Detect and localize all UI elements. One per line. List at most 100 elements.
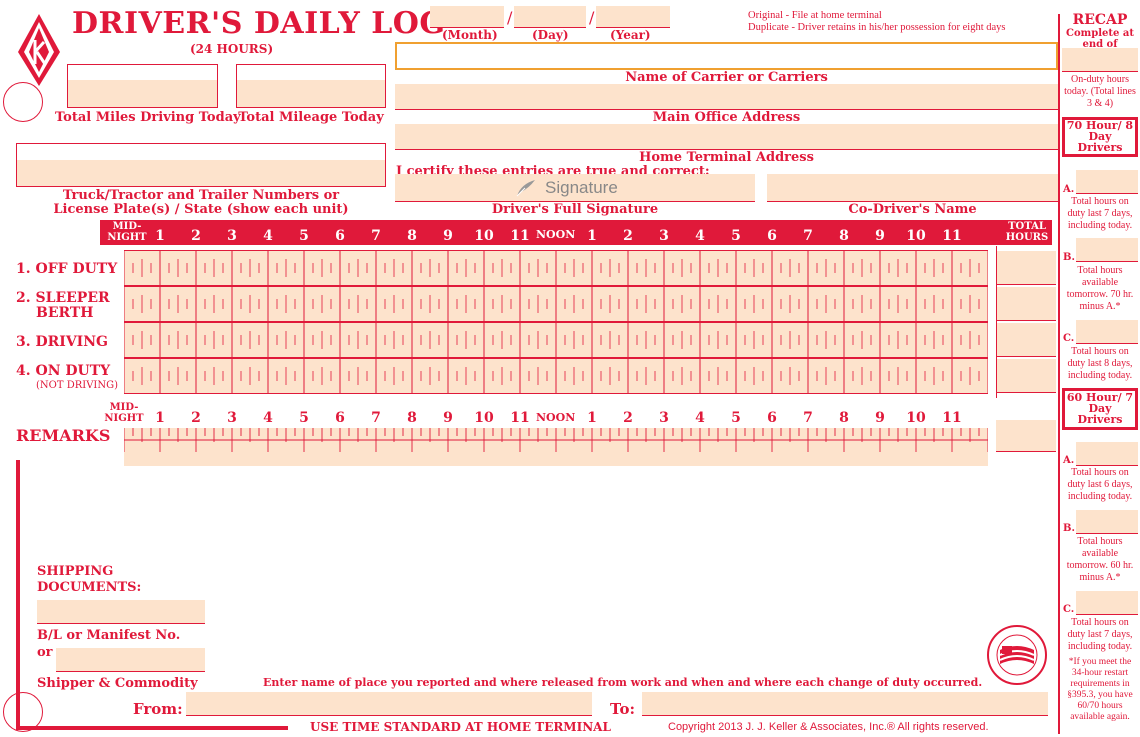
bottom-hour-am-1: 1 xyxy=(155,410,165,426)
top-hour-pm-9: 9 xyxy=(875,228,885,244)
row-num-3: 3. xyxy=(16,334,31,350)
bottom-hour-am-6: 6 xyxy=(335,410,345,426)
bottom-hour-am-7: 7 xyxy=(371,410,381,426)
bl-manifest-field[interactable] xyxy=(56,648,205,672)
row-text-4: ON DUTY xyxy=(35,363,111,379)
shipping-label-1: SHIPPING xyxy=(37,564,114,579)
or-label: or xyxy=(37,645,53,660)
driver-signature-field[interactable]: Signature xyxy=(395,174,755,202)
day-field[interactable] xyxy=(514,6,586,28)
total-miles-driving-field[interactable] xyxy=(68,80,217,107)
month-field[interactable] xyxy=(430,6,504,28)
top-hour-pm-8: 8 xyxy=(839,228,849,244)
recap-60-a-letter: A. xyxy=(1063,455,1075,466)
signature-placeholder: Signature xyxy=(545,178,618,197)
bottom-hour-am-9: 9 xyxy=(443,410,453,426)
bottom-hour-pm-6: 6 xyxy=(767,410,777,426)
signature-pen-icon xyxy=(515,178,537,202)
top-hour-am-3: 3 xyxy=(227,228,237,244)
shipping-doc-field[interactable] xyxy=(37,600,205,624)
home-terminal-label: Home Terminal Address xyxy=(639,150,814,165)
top-hour-pm-3: 3 xyxy=(659,228,669,244)
recap-60-a-field[interactable] xyxy=(1076,442,1138,466)
row-text-2: SLEEPER xyxy=(35,290,110,306)
bottom-hour-am-10: 10 xyxy=(474,410,494,426)
truck-label-1: Truck/Tractor and Trailer Numbers or xyxy=(62,188,340,203)
top-hour-am-8: 8 xyxy=(407,228,417,244)
top-hour-pm-7: 7 xyxy=(803,228,813,244)
midnight-label-top: MID- NIGHT xyxy=(102,221,152,243)
recap-60-a-label: Total hours on duty last 6 days, includi… xyxy=(1067,467,1133,502)
to-field[interactable] xyxy=(642,692,1048,716)
date-slash-2: / xyxy=(589,8,595,27)
top-hour-pm-6: 6 xyxy=(767,228,777,244)
bottom-hour-pm-2: 2 xyxy=(623,410,633,426)
bottom-hour-pm-7: 7 xyxy=(803,410,813,426)
truck-numbers-field[interactable] xyxy=(17,160,385,186)
co-driver-field[interactable] xyxy=(767,174,1058,202)
row-label-sleeper: 2. SLEEPER BERTH xyxy=(16,291,110,321)
home-terminal-field[interactable] xyxy=(395,124,1058,150)
bottom-hour-pm-1: 1 xyxy=(587,410,597,426)
bottom-hour-am-2: 2 xyxy=(191,410,201,426)
bottom-hour-pm-4: 4 xyxy=(695,410,705,426)
main-office-field[interactable] xyxy=(395,84,1058,110)
row-num-1: 1. xyxy=(16,261,31,277)
year-field[interactable] xyxy=(596,6,670,28)
remarks-bracket-bottom xyxy=(16,726,288,730)
bottom-hour-am-5: 5 xyxy=(299,410,309,426)
row-label-on-duty: 4. ON DUTY xyxy=(16,364,110,379)
total-hours-line1: TOTAL xyxy=(1008,221,1046,232)
row-num-4: 4. xyxy=(16,363,31,379)
bl-manifest-label: B/L or Manifest No. xyxy=(37,628,181,643)
carrier-name-field[interactable] xyxy=(395,42,1058,70)
midnight-bottom-line1: MID- xyxy=(109,402,139,413)
bottom-hour-pm-10: 10 xyxy=(906,410,926,426)
recap-on-duty-field[interactable] xyxy=(1062,48,1138,72)
recap-70-c-letter: C. xyxy=(1063,333,1075,344)
total-hours-sleeper[interactable] xyxy=(996,287,1056,321)
punch-hole-bottom xyxy=(3,692,43,732)
total-hours-driving[interactable] xyxy=(996,323,1056,357)
recap-70-b-letter: B. xyxy=(1063,252,1075,263)
total-hours-off-duty[interactable] xyxy=(996,251,1056,285)
recap-70-a-label: Total hours on duty last 7 days, includi… xyxy=(1067,196,1133,231)
recap-60-b-field[interactable] xyxy=(1076,510,1138,534)
recap-60-title: 60 Hour/ 7 Day Drivers xyxy=(1066,391,1134,426)
total-miles-driving-label: Total Miles Driving Today xyxy=(55,110,241,125)
page-subtitle: (24 HOURS) xyxy=(190,42,274,56)
carrier-name-label: Name of Carrier or Carriers xyxy=(625,70,828,85)
keller-logo xyxy=(14,12,64,88)
row-num-2: 2. xyxy=(16,290,31,306)
to-label: To: xyxy=(610,700,635,718)
recap-60-c-field[interactable] xyxy=(1076,591,1138,615)
midnight-line2: NIGHT xyxy=(107,232,147,243)
main-office-label: Main Office Address xyxy=(652,110,801,125)
row-label-driving: 3. DRIVING xyxy=(16,335,108,350)
noon-label-bottom: NOON xyxy=(536,411,576,424)
punch-hole-top xyxy=(3,82,43,122)
instruction-text: Enter name of place you reported and whe… xyxy=(263,676,983,689)
from-field[interactable] xyxy=(186,692,592,716)
bottom-hour-pm-8: 8 xyxy=(839,410,849,426)
recap-on-duty-label: On-duty hours today. (Total lines 3 & 4) xyxy=(1064,74,1136,109)
bottom-hour-am-3: 3 xyxy=(227,410,237,426)
bottom-hour-am-4: 4 xyxy=(263,410,273,426)
recap-60-c-letter: C. xyxy=(1063,604,1075,615)
shipping-label-2: DOCUMENTS: xyxy=(37,580,142,595)
row-text-1: OFF DUTY xyxy=(35,261,118,277)
recap-70-a-field[interactable] xyxy=(1076,170,1138,194)
recap-70-b-field[interactable] xyxy=(1076,238,1138,262)
midnight-label-bottom: MID- NIGHT xyxy=(102,402,146,424)
remarks-total-field[interactable] xyxy=(996,420,1056,452)
total-hours-on-duty[interactable] xyxy=(996,359,1056,393)
recap-footnote: *If you meet the 34-hour restart require… xyxy=(1067,657,1133,722)
row-label-off-duty: 1. OFF DUTY xyxy=(16,262,117,277)
recap-70-c-field[interactable] xyxy=(1076,320,1138,344)
top-hour-am-5: 5 xyxy=(299,228,309,244)
from-label: From: xyxy=(133,700,183,718)
total-mileage-field[interactable] xyxy=(237,80,385,107)
row-sub-2: BERTH xyxy=(36,305,94,321)
remarks-bracket-vertical xyxy=(16,460,20,730)
year-label: (Year) xyxy=(610,28,651,42)
